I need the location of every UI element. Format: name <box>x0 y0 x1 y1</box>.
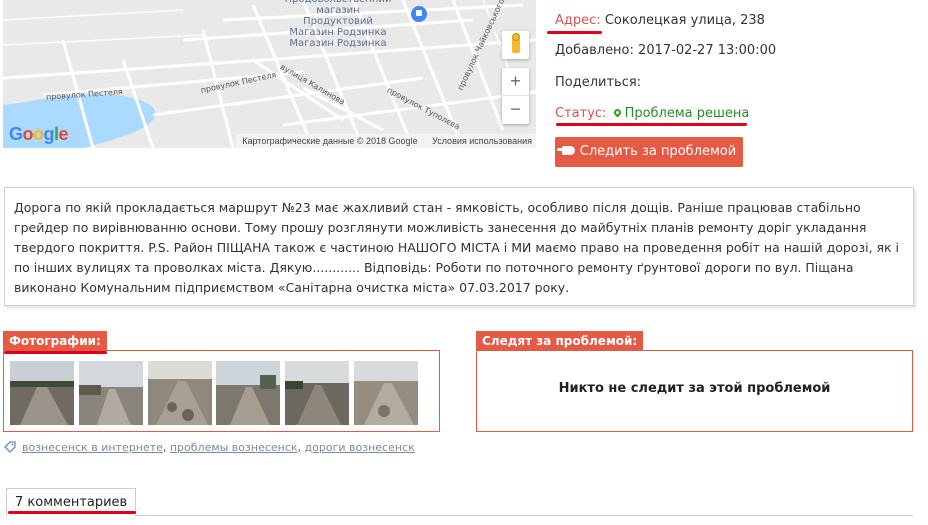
status-value: Проблема решена <box>624 106 750 121</box>
photos-heading: Фотографии: <box>3 331 107 351</box>
tag-icon <box>4 441 16 453</box>
poi-line-4: Магазин Родзинка <box>289 38 387 49</box>
share-label: Поделиться: <box>555 75 642 90</box>
followers-panel: Никто не следит за этой проблемой <box>476 350 913 432</box>
problem-description: Дорога по якій прокладається маршрут №23… <box>4 187 914 306</box>
follow-problem-button[interactable]: Следить за проблемой <box>555 137 743 167</box>
tag-link[interactable]: проблемы вознесенск <box>170 441 298 454</box>
pegman-head <box>512 33 520 41</box>
photo-thumbnail[interactable] <box>216 361 280 425</box>
comments-divider <box>136 515 913 516</box>
added-value: 2017-02-27 13:00:00 <box>638 43 777 58</box>
poi-label: Продовольственний магазин Продуктовий Ма… <box>271 0 405 49</box>
status-label: Статус: <box>555 106 607 121</box>
google-logo[interactable]: Google <box>9 124 69 145</box>
photo-thumbnail[interactable] <box>285 361 349 425</box>
address-row: Адрес: Соколецкая улица, 238 <box>555 13 765 28</box>
location-pin-icon <box>612 107 623 118</box>
road-photo-6 <box>354 361 418 425</box>
shop-pin-icon[interactable] <box>411 6 427 22</box>
pointing-hand-icon <box>556 146 575 155</box>
road-photo-3 <box>148 361 212 425</box>
status-row: Статус: Проблема решена <box>555 106 749 121</box>
no-followers-message: Никто не следит за этой проблемой <box>558 381 831 396</box>
road-photo-1 <box>10 361 74 425</box>
zoom-in-button[interactable]: + <box>502 68 529 96</box>
photos-gallery <box>3 350 440 432</box>
tags-list: вознесенск в интернете, проблемы вознесе… <box>4 439 415 454</box>
zoom-out-button[interactable]: − <box>502 96 529 124</box>
poi-line-3: Магазин Родзинка <box>289 27 387 38</box>
added-label: Добавлено: <box>555 43 634 58</box>
highlight-underline-address <box>547 31 602 34</box>
poi-line-2: Продуктовий <box>303 16 373 27</box>
address-value: Соколецкая улица, 238 <box>604 13 765 28</box>
share-row: Поделиться: <box>555 75 641 90</box>
map-terms-link[interactable]: Условия использования <box>432 136 532 146</box>
highlight-underline-comments <box>8 511 136 514</box>
map[interactable]: Продовольственний магазин Продуктовий Ма… <box>3 0 536 148</box>
poi-line-1: Продовольственний магазин <box>285 0 392 16</box>
photo-thumbnail[interactable] <box>79 361 143 425</box>
map-footer: Картографические данные © 2018 Google Ус… <box>236 134 536 148</box>
photo-thumbnail[interactable] <box>148 361 212 425</box>
followers-heading: Следят за проблемой: <box>476 331 644 351</box>
tag-link[interactable]: вознесенск в интернете <box>22 441 163 454</box>
road-photo-5 <box>285 361 349 425</box>
photo-thumbnail[interactable] <box>354 361 418 425</box>
street-view-pegman-icon[interactable] <box>502 31 529 59</box>
address-label: Адрес: <box>555 13 601 28</box>
tag-link[interactable]: дороги вознесенск <box>305 441 415 454</box>
map-attribution: Картографические данные © 2018 Google <box>242 136 418 146</box>
road-photo-4 <box>216 361 280 425</box>
photo-thumbnail[interactable] <box>10 361 74 425</box>
added-row: Добавлено: 2017-02-27 13:00:00 <box>555 43 776 58</box>
follow-button-label: Следить за проблемой <box>579 144 737 159</box>
highlight-underline-status <box>556 123 747 126</box>
zoom-control: + − <box>502 68 529 124</box>
road-photo-2 <box>79 361 143 425</box>
